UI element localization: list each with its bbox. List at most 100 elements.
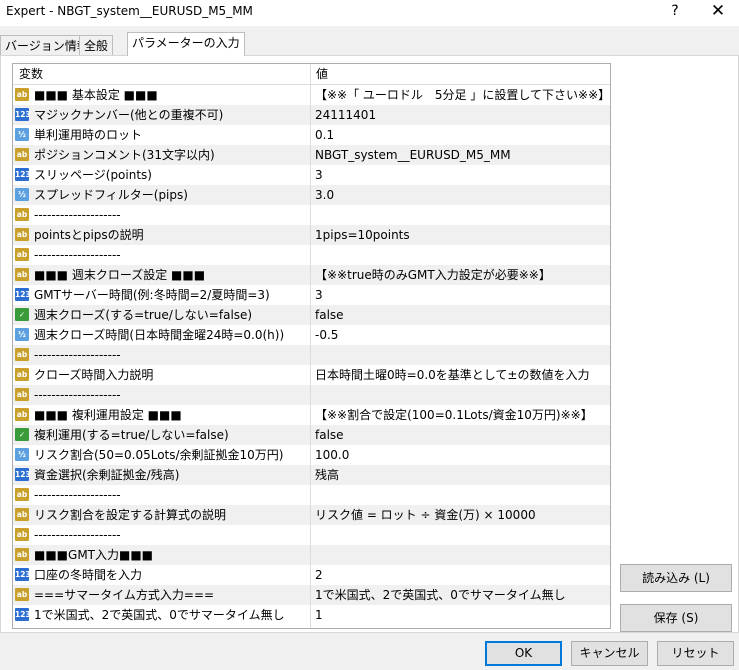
parameter-row[interactable]: 123 GMTサーバー時間(例:冬時間=2/夏時間=3) 3 — [13, 285, 610, 305]
parameter-row[interactable]: ✓ 週末クローズ(する=true/しない=false) false — [13, 305, 610, 325]
parameter-value[interactable]: 100.0 — [315, 445, 349, 465]
column-header-variable[interactable]: 変数 — [19, 64, 43, 84]
parameter-value[interactable]: 3 — [315, 285, 323, 305]
parameter-row[interactable]: 123 スリッページ(points) 3 — [13, 165, 610, 185]
parameter-value[interactable]: 1pips=10points — [315, 225, 410, 245]
parameter-row[interactable]: ab -------------------- — [13, 345, 610, 365]
string-type-icon: ab — [15, 488, 29, 501]
bool-type-icon: ✓ — [15, 428, 29, 441]
column-header-value[interactable]: 値 — [316, 64, 328, 84]
save-button[interactable]: 保存 (S) — [620, 604, 732, 632]
parameter-value[interactable]: 残高 — [315, 465, 339, 485]
parameter-name: クローズ時間入力説明 — [34, 368, 154, 382]
string-type-icon: ab — [15, 528, 29, 541]
parameter-value[interactable]: 24111401 — [315, 105, 376, 125]
parameter-value[interactable]: -0.5 — [315, 325, 338, 345]
parameter-name: GMTサーバー時間(例:冬時間=2/夏時間=3) — [34, 288, 270, 302]
parameter-value[interactable]: 0.1 — [315, 125, 334, 145]
double-type-icon: ½ — [15, 448, 29, 461]
grid-header: 変数 値 — [13, 64, 610, 85]
string-type-icon: ab — [15, 348, 29, 361]
reset-button[interactable]: リセット — [657, 641, 734, 666]
string-type-icon: ab — [15, 508, 29, 521]
parameter-value[interactable]: 【※※true時のみGMT入力設定が必要※※】 — [315, 265, 551, 285]
parameter-name: -------------------- — [34, 528, 121, 542]
parameter-value[interactable]: NBGT_system__EURUSD_M5_MM — [315, 145, 511, 165]
parameter-name: -------------------- — [34, 248, 121, 262]
parameter-row[interactable]: ab -------------------- — [13, 385, 610, 405]
parameter-row[interactable]: ab -------------------- — [13, 245, 610, 265]
string-type-icon: ab — [15, 208, 29, 221]
parameter-row[interactable]: ½ スプレッドフィルター(pips) 3.0 — [13, 185, 610, 205]
parameter-row[interactable]: ab ■■■ 週末クローズ設定 ■■■ 【※※true時のみGMT入力設定が必要※※… — [13, 265, 610, 285]
parameter-value[interactable]: 3 — [315, 165, 323, 185]
tab-general[interactable]: 全般 — [79, 35, 114, 56]
parameter-value[interactable]: 3.0 — [315, 185, 334, 205]
parameter-row[interactable]: ab pointsとpipsの説明 1pips=10points — [13, 225, 610, 245]
parameter-row[interactable]: ab クローズ時間入力説明 日本時間土曜0時=0.0を基準として±の数値を入力 — [13, 365, 610, 385]
parameter-row[interactable]: 123 1で米国式、2で英国式、0でサマータイム無し 1 — [13, 605, 610, 625]
parameter-value[interactable]: 【※※「 ユーロドル 5分足 」に設置して下さい※※】 — [315, 85, 610, 105]
integer-type-icon: 123 — [15, 108, 31, 121]
parameter-row[interactable]: ab ポジションコメント(31文字以内) NBGT_system__EURUSD_M… — [13, 145, 610, 165]
ok-button[interactable]: OK — [485, 641, 562, 666]
parameter-row[interactable]: ab リスク割合を設定する計算式の説明 リスク値 = ロット ÷ 資金(万) × 1… — [13, 505, 610, 525]
parameter-name: -------------------- — [34, 388, 121, 402]
parameter-name: リスク割合(50=0.05Lots/余剰証拠金10万円) — [34, 448, 284, 462]
parameter-name: ■■■ 複利運用設定 ■■■ — [34, 408, 182, 422]
parameter-value[interactable]: false — [315, 425, 344, 445]
parameter-row[interactable]: ab ===サマータイム方式入力=== 1で米国式、2で英国式、0でサマータイム無し — [13, 585, 610, 605]
parameter-row[interactable]: ab -------------------- — [13, 525, 610, 545]
parameter-value[interactable]: 1 — [315, 605, 323, 625]
parameter-name: ===サマータイム方式入力=== — [34, 588, 215, 602]
cancel-button[interactable]: キャンセル — [571, 641, 648, 666]
string-type-icon: ab — [15, 388, 29, 401]
string-type-icon: ab — [15, 548, 29, 561]
tab-inputs[interactable]: パラメーターの入力 — [127, 32, 245, 56]
string-type-icon: ab — [15, 148, 29, 161]
parameter-row[interactable]: ab -------------------- — [13, 205, 610, 225]
close-icon[interactable]: ✕ — [706, 0, 730, 22]
parameter-name: -------------------- — [34, 208, 121, 222]
parameter-name: スプレッドフィルター(pips) — [34, 188, 188, 202]
parameter-row[interactable]: ½ 週末クローズ時間(日本時間金曜24時=0.0(h)) -0.5 — [13, 325, 610, 345]
parameter-row[interactable]: 123 マジックナンバー(他との重複不可) 24111401 — [13, 105, 610, 125]
parameter-name: pointsとpipsの説明 — [34, 228, 144, 242]
parameter-row[interactable]: ab ■■■GMT入力■■■ — [13, 545, 610, 565]
integer-type-icon: 123 — [15, 568, 31, 581]
parameter-value[interactable]: リスク値 = ロット ÷ 資金(万) × 10000 — [315, 505, 536, 525]
parameter-row[interactable]: ab ■■■ 基本設定 ■■■ 【※※「 ユーロドル 5分足 」に設置して下さい※※… — [13, 85, 610, 105]
string-type-icon: ab — [15, 228, 29, 241]
bool-type-icon: ✓ — [15, 308, 29, 321]
parameter-value[interactable]: 【※※割合で設定(100=0.1Lots/資金10万円)※※】 — [315, 405, 593, 425]
string-type-icon: ab — [15, 368, 29, 381]
double-type-icon: ½ — [15, 128, 29, 141]
parameter-name: 資金選択(余剰証拠金/残高) — [34, 468, 180, 482]
column-divider[interactable] — [310, 64, 311, 628]
string-type-icon: ab — [15, 408, 29, 421]
parameter-row[interactable]: ½ 単利運用時のロット 0.1 — [13, 125, 610, 145]
parameter-row[interactable]: 123 口座の冬時間を入力 2 — [13, 565, 610, 585]
parameter-value[interactable]: false — [315, 305, 344, 325]
tab-strip: バージョン情報 全般 パラメーターの入力 — [0, 32, 739, 56]
load-button[interactable]: 読み込み (L) — [620, 564, 732, 592]
parameter-row[interactable]: ab -------------------- — [13, 485, 610, 505]
parameter-row[interactable]: ab ■■■ 複利運用設定 ■■■ 【※※割合で設定(100=0.1Lots/資金1… — [13, 405, 610, 425]
parameter-name: ポジションコメント(31文字以内) — [34, 148, 215, 162]
window-title: Expert - NBGT_system__EURUSD_M5_MM — [6, 4, 253, 18]
parameter-name: スリッページ(points) — [34, 168, 152, 182]
parameter-name: マジックナンバー(他との重複不可) — [34, 108, 224, 122]
parameter-row[interactable]: ✓ 複利運用(する=true/しない=false) false — [13, 425, 610, 445]
parameter-value[interactable]: 2 — [315, 565, 323, 585]
parameter-name: 週末クローズ時間(日本時間金曜24時=0.0(h)) — [34, 328, 285, 342]
help-button[interactable]: ? — [664, 0, 686, 22]
parameter-value[interactable]: 1で米国式、2で英国式、0でサマータイム無し — [315, 585, 566, 605]
parameter-row[interactable]: 123 資金選択(余剰証拠金/残高) 残高 — [13, 465, 610, 485]
parameter-value[interactable]: 日本時間土曜0時=0.0を基準として±の数値を入力 — [315, 365, 589, 385]
parameter-row[interactable]: ½ リスク割合(50=0.05Lots/余剰証拠金10万円) 100.0 — [13, 445, 610, 465]
parameter-name: ■■■GMT入力■■■ — [34, 548, 154, 562]
string-type-icon: ab — [15, 268, 29, 281]
parameter-name: ■■■ 基本設定 ■■■ — [34, 88, 158, 102]
integer-type-icon: 123 — [15, 168, 31, 181]
double-type-icon: ½ — [15, 328, 29, 341]
